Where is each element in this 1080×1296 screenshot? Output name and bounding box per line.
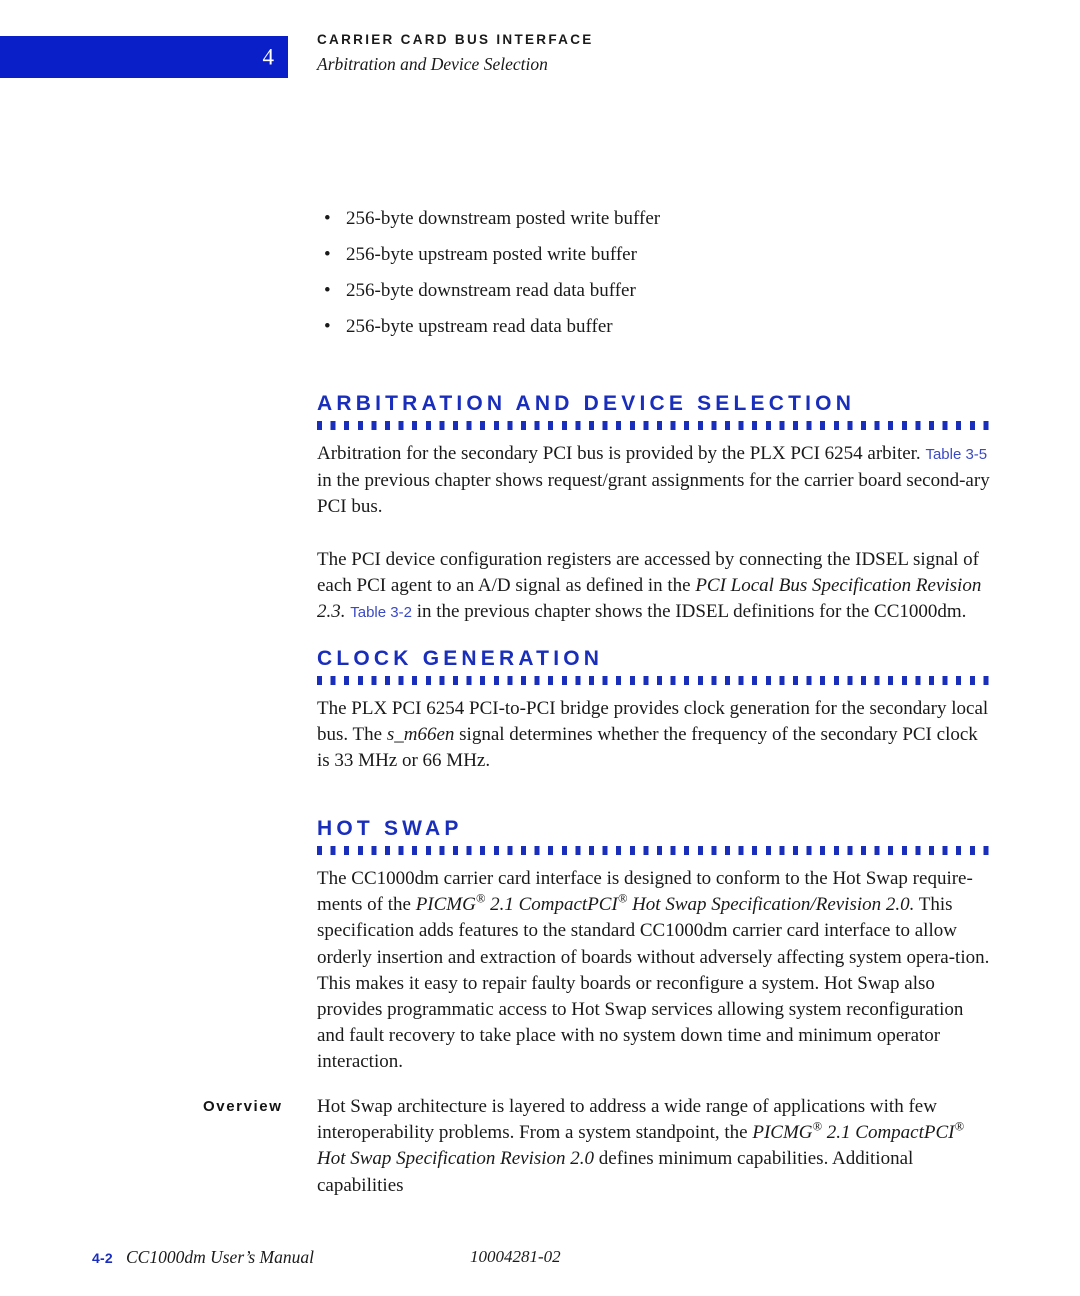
section-heading: ARBITRATION AND DEVICE SELECTION	[317, 392, 856, 415]
list-item: • 256-byte upstream posted write buffer	[324, 242, 984, 278]
bullet-icon: •	[324, 316, 331, 337]
chapter-number-tab: 4	[0, 36, 288, 78]
registered-trademark-icon: ®	[954, 1119, 964, 1134]
cross-reference-link[interactable]: Table 3-5	[925, 446, 987, 463]
bullet-icon: •	[324, 280, 331, 301]
section-arbitration-and-device-selection: ARBITRATION AND DEVICE SELECTION Arbitra…	[317, 392, 992, 626]
list-item-label: 256-byte upstream read data buffer	[346, 316, 613, 337]
section-rule	[317, 846, 990, 855]
emphasis-signal-name: s_m66en	[386, 724, 455, 746]
cross-reference-link[interactable]: Table 3-2	[350, 604, 412, 621]
bullet-icon: •	[324, 244, 331, 265]
emphasis-spec-title: PICMG	[415, 894, 476, 916]
emphasis-spec-title: PICMG	[752, 1122, 813, 1144]
registered-trademark-icon: ®	[475, 891, 486, 906]
section-rule	[317, 421, 990, 430]
emphasis-spec-title: Hot Swap Specification/Revision 2.0.	[627, 894, 915, 916]
side-head-overview: Overview	[203, 1098, 283, 1115]
manual-title: CC1000dm User’s Manual	[126, 1247, 314, 1267]
paragraph-text: This specification adds features to the …	[317, 894, 990, 1073]
section-hot-swap: HOT SWAP The CC1000dm carrier card inter…	[317, 817, 992, 1076]
registered-trademark-icon: ®	[617, 891, 628, 906]
emphasis-spec-title: Hot Swap Specification Revision 2.0	[317, 1148, 595, 1170]
list-item-label: 256-byte downstream posted write buffer	[346, 208, 661, 229]
page-header: 4 CARRIER CARD BUS INTERFACE Arbitration…	[0, 0, 1080, 100]
feature-bullet-list: • 256-byte downstream posted write buffe…	[324, 206, 984, 350]
paragraph-text: in the previous chapter shows request/gr…	[317, 470, 990, 518]
paragraph: The PLX PCI 6254 PCI-to-PCI bridge provi…	[317, 696, 992, 775]
emphasis-spec-title: 2.1 CompactPCI	[822, 1122, 955, 1144]
section-rule	[317, 676, 990, 685]
paragraph: Arbitration for the secondary PCI bus is…	[317, 441, 992, 521]
paragraph: The PCI device configuration registers a…	[317, 547, 992, 627]
paragraph-text: in the previous chapter shows the IDSEL …	[411, 601, 967, 623]
list-item: • 256-byte downstream read data buffer	[324, 278, 984, 314]
paragraph: The CC1000dm carrier card interface is d…	[317, 866, 992, 1076]
section-heading: CLOCK GENERATION	[317, 647, 604, 670]
page-footer: 4-2 CC1000dm User’s Manual 10004281-02	[0, 1247, 1080, 1282]
registered-trademark-icon: ®	[812, 1119, 823, 1134]
chapter-number: 4	[262, 44, 275, 70]
running-head-title: CARRIER CARD BUS INTERFACE	[317, 32, 594, 47]
header-text-block: CARRIER CARD BUS INTERFACE Arbitration a…	[317, 32, 594, 75]
list-item: • 256-byte downstream posted write buffe…	[324, 206, 984, 242]
paragraph: Hot Swap architecture is layered to addr…	[317, 1094, 992, 1199]
section-heading: HOT SWAP	[317, 817, 463, 840]
list-item: • 256-byte upstream read data buffer	[324, 314, 984, 350]
overview-body: Hot Swap architecture is layered to addr…	[317, 1094, 992, 1199]
page-number: 4-2	[92, 1250, 113, 1266]
list-item-label: 256-byte upstream posted write buffer	[346, 244, 637, 265]
list-item-label: 256-byte downstream read data buffer	[346, 280, 636, 301]
section-clock-generation: CLOCK GENERATION The PLX PCI 6254 PCI-to…	[317, 647, 992, 775]
paragraph-text: Arbitration for the secondary PCI bus is…	[317, 443, 926, 464]
document-number: 10004281-02	[470, 1247, 561, 1266]
bullet-icon: •	[324, 208, 331, 229]
emphasis-spec-title: 2.1 CompactPCI	[485, 894, 618, 916]
running-head-subtitle: Arbitration and Device Selection	[317, 54, 548, 74]
